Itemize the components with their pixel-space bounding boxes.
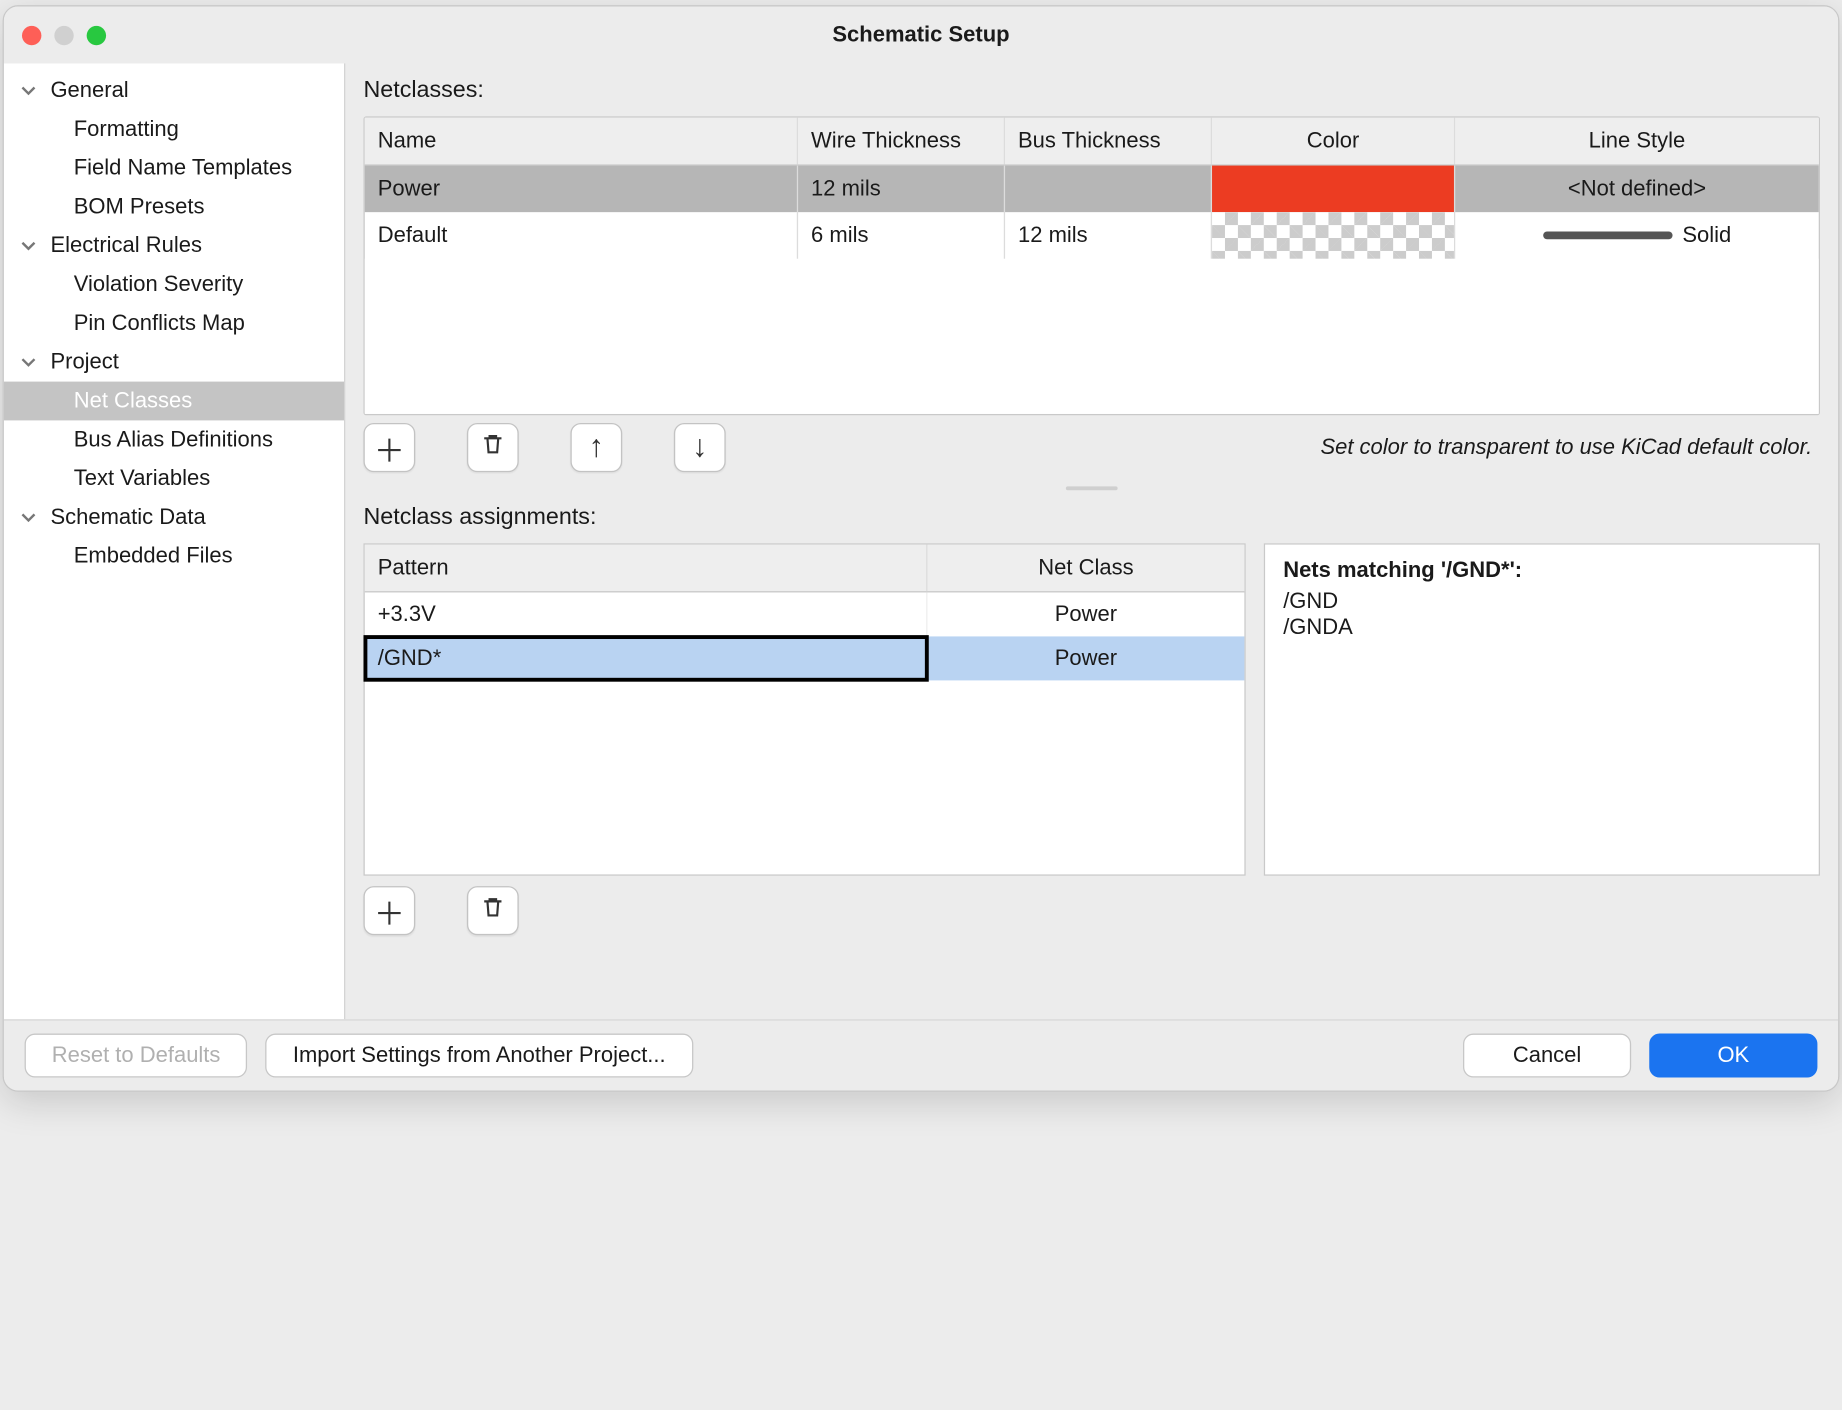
import-settings-button[interactable]: Import Settings from Another Project... [266,1034,693,1078]
plus-icon: ＋ [374,425,405,470]
color-hint: Set color to transparent to use KiCad de… [1320,435,1820,461]
add-assignment-button[interactable]: ＋ [363,886,415,935]
tree-item-field-name-templates[interactable]: Field Name Templates [4,149,344,188]
tree-item-formatting[interactable]: Formatting [4,110,344,149]
chevron-down-icon [19,353,37,371]
assignments-area: Pattern Net Class +3.3V Power /GND* Powe… [345,543,1838,875]
color-swatch-icon [1212,166,1454,213]
assignments-header: Pattern Net Class [365,545,1245,593]
delete-netclass-button[interactable] [467,423,519,472]
assignments-table[interactable]: Pattern Net Class +3.3V Power /GND* Powe… [363,543,1245,875]
move-down-button[interactable]: ↓ [674,423,726,472]
ok-button[interactable]: OK [1649,1034,1817,1078]
table-empty-area [365,680,1245,874]
netclasses-header: Name Wire Thickness Bus Thickness Color … [365,118,1819,166]
add-netclass-button[interactable]: ＋ [363,423,415,472]
tree-item-net-classes[interactable]: Net Classes [4,382,344,421]
delete-assignment-button[interactable] [467,886,519,935]
tree-item-bom-presets[interactable]: BOM Presets [4,188,344,227]
assignment-row[interactable]: +3.3V Power [365,592,1245,636]
assignment-row-selected[interactable]: /GND* Power [365,636,1245,680]
tree-group-general[interactable]: General [4,71,344,110]
trash-icon [480,893,506,929]
col-color[interactable]: Color [1212,118,1455,165]
col-netclass[interactable]: Net Class [927,545,1244,592]
netclasses-table[interactable]: Name Wire Thickness Bus Thickness Color … [363,116,1820,415]
chevron-down-icon [19,237,37,255]
dialog-footer: Reset to Defaults Import Settings from A… [4,1019,1838,1090]
titlebar: Schematic Setup [4,6,1838,63]
table-empty-area [365,259,1819,414]
arrow-up-icon: ↑ [589,429,605,465]
col-name[interactable]: Name [365,118,798,165]
chevron-down-icon [19,81,37,99]
trash-icon [480,429,506,465]
schematic-setup-window: Schematic Setup General Formatting Field… [3,5,1840,1092]
window-title: Schematic Setup [4,22,1838,48]
col-wire[interactable]: Wire Thickness [798,118,1005,165]
reset-defaults-button[interactable]: Reset to Defaults [25,1034,248,1078]
plus-icon: ＋ [374,888,405,933]
move-up-button[interactable]: ↑ [570,423,622,472]
main-panel: Netclasses: Name Wire Thickness Bus Thic… [345,63,1838,1019]
tree-group-electrical-rules[interactable]: Electrical Rules [4,226,344,265]
netclass-row-default[interactable]: Default 6 mils 12 mils Solid [365,212,1819,259]
tree-group-project[interactable]: Project [4,343,344,382]
tree-item-embedded-files[interactable]: Embedded Files [4,537,344,576]
chevron-down-icon [19,508,37,526]
col-line[interactable]: Line Style [1455,118,1818,165]
tree-item-violation-severity[interactable]: Violation Severity [4,265,344,304]
matching-net-item: /GND [1283,589,1800,615]
dialog-body: General Formatting Field Name Templates … [4,63,1838,1019]
matching-nets-title: Nets matching '/GND*': [1283,558,1800,584]
assignments-toolbar: ＋ [345,876,1838,948]
arrow-down-icon: ↓ [692,429,708,465]
color-cell[interactable] [1212,166,1455,213]
matching-net-item: /GNDA [1283,614,1800,640]
tree-group-schematic-data[interactable]: Schematic Data [4,498,344,537]
tree-item-bus-alias-definitions[interactable]: Bus Alias Definitions [4,420,344,459]
netclass-row-power[interactable]: Power 12 mils <Not defined> [365,166,1819,213]
color-swatch-transparent-icon [1212,212,1454,259]
netclasses-toolbar: ＋ ↑ ↓ Set color to transparent to use Ki… [345,415,1838,485]
tree-item-pin-conflicts-map[interactable]: Pin Conflicts Map [4,304,344,343]
line-style-solid-icon [1543,232,1672,240]
settings-tree[interactable]: General Formatting Field Name Templates … [4,63,345,1019]
tree-item-text-variables[interactable]: Text Variables [4,459,344,498]
cancel-button[interactable]: Cancel [1463,1034,1631,1078]
matching-nets-panel: Nets matching '/GND*': /GND /GNDA [1264,543,1820,875]
color-cell[interactable] [1212,212,1455,259]
col-bus[interactable]: Bus Thickness [1005,118,1212,165]
col-pattern[interactable]: Pattern [365,545,928,592]
netclasses-label: Netclasses: [345,63,1838,116]
assignments-label: Netclass assignments: [345,490,1838,543]
